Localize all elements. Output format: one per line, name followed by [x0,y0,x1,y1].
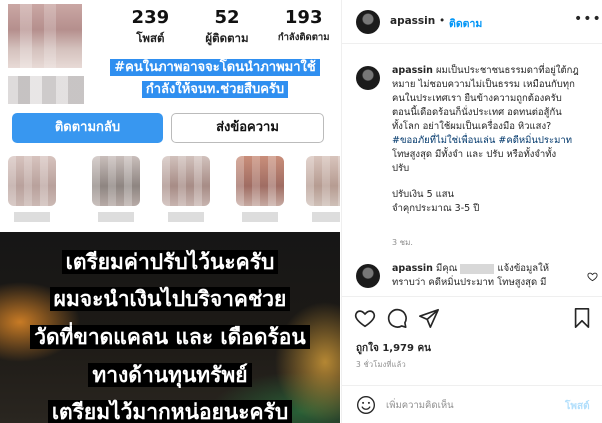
overlay-line-4: ทางด้านทุนทรัพย์ [0,361,340,389]
caption-line: โทษสูงสุด มีทั้งจำ และ ปรับ หรือทั้งจำทั… [392,149,557,160]
banner-line-2: กำลังให้จนท.ช่วยสืบครับ [141,81,289,98]
stat-followers-count: 52 [214,7,240,28]
emoji-icon[interactable] [356,395,376,415]
comment-fragment: มีคุณ [435,263,458,274]
comment-fragment: แจ้งข้อมูลให้ [497,263,549,274]
overlay-line-3: วัดที่ขาดแคลน และ เดือดร้อน [0,323,340,351]
stat-posts-count: 239 [131,7,170,28]
caption-username[interactable]: apassin [392,65,433,76]
message-button: ส่งข้อความ [171,113,324,143]
story-highlight [160,156,212,228]
banner-line-1: #คนในภาพอาจจะโดนนำภาพมาใช้ [110,59,320,76]
comment-text: apassin มีคุณ แจ้งข้อมูลให้ ทราบว่า คดีห… [392,262,582,290]
caption-line: ตอนนี้เดือดร้อนก็นั่งประเทศ อดทนต่อสู้กั… [392,107,562,118]
blue-banner-text: #คนในภาพอาจจะโดนนำภาพมาใช้ กำลังให้จนท.ช… [92,56,338,100]
caption-line: ผมเป็นประชาชนธรรมดาที่อยู่ใต้กฎ [435,65,579,76]
stat-following-label: กำลังติดตาม [277,32,330,43]
comment-username[interactable]: apassin [392,263,433,274]
stat-followers: 52 ผู้ติดตาม [189,8,266,48]
heart-icon[interactable] [354,307,376,329]
stat-posts-label: โพสต์ [136,31,165,45]
caption-line: ปรับ [392,163,410,174]
story-highlight [304,156,340,228]
blurred-profile-name [8,76,84,104]
post-timestamp[interactable]: 3 ชั่วโมงที่แล้ว [356,359,406,371]
add-comment-bar: โพสต์ [342,385,602,423]
stat-following: 193 กำลังติดตาม [265,8,340,48]
comment-input[interactable] [386,392,546,418]
share-icon[interactable] [418,307,440,329]
separator-dot: • [439,15,446,27]
action-bar [342,296,602,336]
comment-like-heart-icon[interactable] [587,271,598,282]
avatar[interactable] [356,10,380,34]
likes-label: ถูกใจ [356,343,379,354]
story-highlights [0,152,340,232]
comment-icon[interactable] [386,307,408,329]
story-highlight [90,156,142,228]
story-highlight [6,156,58,228]
caption-hashtags[interactable]: #ขออภัยที่ไม่ใช่เพื่อนเล่น #คดีหมิ่นประม… [392,134,596,148]
stat-posts: 239 โพสต์ [112,8,189,48]
follow-back-button: ติดตามกลับ [12,113,163,143]
stat-following-count: 193 [284,7,323,28]
post-username[interactable]: apassin [390,15,435,27]
post-image[interactable]: 239 โพสต์ 52 ผู้ติดตาม 193 กำลังติดตาม #… [0,0,340,423]
overlay-line-2: ผมจะนำเงินไปบริจาคช่วย [0,285,340,313]
comment-fragment: ทราบว่า คดีหมิ่นประมาท โทษสูงสุด มี [392,277,547,288]
profile-stats: 239 โพสต์ 52 ผู้ติดตาม 193 กำลังติดตาม [112,8,340,48]
caption-line: คนในประเทศเรา ยืนข้างความถูกต้องครับ [392,93,562,104]
blurred-profile-picture [8,4,82,68]
bookmark-icon[interactable] [571,307,593,329]
overlay-line-5: เตรียมไว้มากหน่อยนะครับ [0,398,340,423]
story-highlight [234,156,286,228]
more-icon[interactable]: ••• [574,11,602,27]
caption-line: ปรับเงิน 5 แสน [392,189,455,200]
blurred-name [460,263,495,274]
overlay-panel: เตรียมค่าปรับไว้นะครับ ผมจะนำเงินไปบริจา… [0,232,340,423]
post-sidebar: apassin • ติดตาม ••• apassin ผมเป็นประชา… [341,0,602,423]
comment-avatar[interactable] [356,264,380,288]
likes-unit: คน [417,343,431,354]
overlay-line-1: เตรียมค่าปรับไว้นะครับ [0,248,340,276]
post-comment-button[interactable]: โพสต์ [565,399,590,414]
caption-line: หมาย ไม่ชอบความไม่เป็นธรรม เหมือนกับทุก [392,79,575,90]
follow-button[interactable]: ติดตาม [449,15,482,32]
caption-avatar[interactable] [356,66,380,90]
caption-line: ทั้งโลก อย่าใช้ผมเป็นเครื่องมือ หิวแสง? [392,121,552,132]
caption-timestamp[interactable]: 3 ชม. [392,236,413,249]
caption-line: จำคุกประมาณ 3-5 ปี [392,203,480,214]
stat-followers-label: ผู้ติดตาม [205,31,249,45]
post-header: apassin • ติดตาม ••• [342,0,602,44]
likes-number: 1,979 [382,343,414,354]
likes-count[interactable]: ถูกใจ 1,979 คน [356,341,431,356]
caption-text: apassin ผมเป็นประชาชนธรรมดาที่อยู่ใต้กฎ … [392,64,596,216]
